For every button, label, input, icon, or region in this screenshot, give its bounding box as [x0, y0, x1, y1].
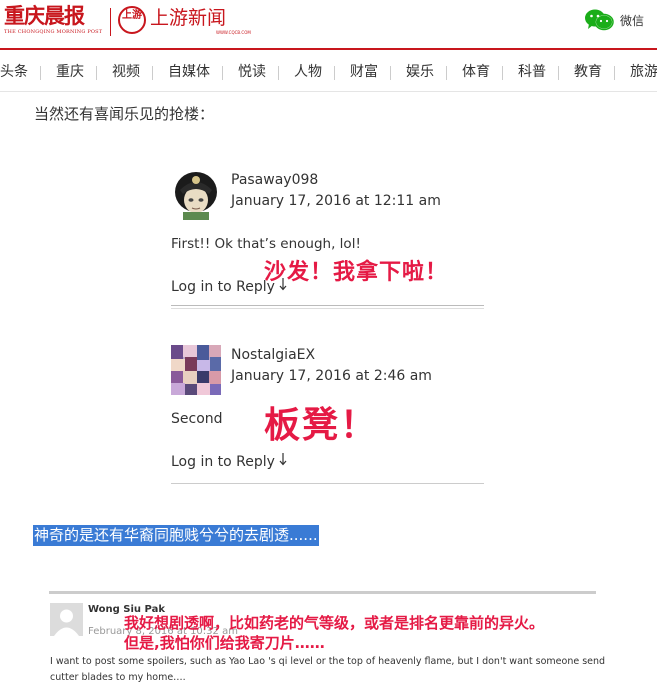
wechat-link[interactable]: 微信 — [584, 8, 654, 32]
nav-separator — [334, 66, 335, 80]
comment-date[interactable]: January 17, 2016 at 2:46 am — [231, 367, 432, 385]
nav-item-wealth[interactable]: 财富 — [350, 62, 378, 82]
login-to-reply-link[interactable]: Log in to Reply — [171, 452, 287, 471]
quoted-comment-border — [49, 591, 596, 594]
comment-body: First!! Ok that’s enough, lol! — [171, 236, 361, 252]
avatar[interactable] — [171, 170, 221, 220]
nav-separator — [278, 66, 279, 80]
nav-separator — [152, 66, 153, 80]
nav-separator — [558, 66, 559, 80]
nav-separator — [390, 66, 391, 80]
nav-separator — [40, 66, 41, 80]
logo-main-text: 重庆晨报 — [4, 3, 85, 28]
comment-annotation: 沙发！我拿下啦！ — [264, 260, 449, 285]
cartoon-avatar-icon — [171, 170, 221, 220]
nav-item-entertainment[interactable]: 娱乐 — [406, 62, 434, 82]
reply-label: Log in to Reply — [171, 454, 275, 470]
article-paragraph: 当然还有喜闻乐见的抢楼： — [34, 105, 215, 123]
nav-item-we-media[interactable]: 自媒体 — [168, 62, 210, 82]
default-user-icon — [50, 603, 83, 636]
logo-divider — [110, 8, 111, 36]
shangyou-seal-icon: 上游 — [118, 6, 146, 34]
selected-paragraph: 神奇的是还有华裔同胞贱兮兮的去剧透...... — [33, 525, 319, 546]
anime-collage-avatar-icon — [171, 345, 221, 395]
nav-separator — [96, 66, 97, 80]
nav-item-sports[interactable]: 体育 — [462, 62, 490, 82]
comment-divider — [171, 305, 484, 306]
nav-item-science[interactable]: 科普 — [518, 62, 546, 82]
shangyou-logo-text: 上游新闻 — [150, 7, 227, 29]
quoted-comment-body: I want to post some spoilers, such as Ya… — [50, 656, 606, 683]
avatar[interactable] — [171, 345, 221, 395]
channel-nav: 头条 重庆 视频 自媒体 悦读 人物 财富 娱乐 体育 科普 教育 旅游 — [0, 58, 657, 88]
nav-item-chongqing[interactable]: 重庆 — [56, 62, 84, 82]
comment-body: Second — [171, 411, 223, 427]
nav-item-travel[interactable]: 旅游 — [630, 62, 657, 82]
quoted-annotation-line-1: 我好想剧透啊，比如药老的气等级，或者是排名更靠前的异火。 — [124, 614, 545, 632]
site-header: 重庆晨报 THE CHONGQING MORNING POST 上游 上游新闻 … — [0, 0, 657, 46]
comment-author[interactable]: NostalgiaEX — [231, 346, 315, 364]
header-red-rule — [0, 48, 657, 50]
nav-item-headlines[interactable]: 头条 — [0, 62, 28, 82]
comment-annotation: 板凳！ — [264, 405, 379, 446]
comment-divider — [171, 483, 484, 484]
nav-item-video[interactable]: 视频 — [112, 62, 140, 82]
down-arrow-icon — [279, 453, 287, 466]
wechat-icon — [585, 9, 614, 31]
nav-item-people[interactable]: 人物 — [294, 62, 322, 82]
nav-item-education[interactable]: 教育 — [574, 62, 602, 82]
nav-separator — [502, 66, 503, 80]
nav-divider — [0, 91, 657, 92]
wechat-label: 微信 — [620, 14, 645, 28]
comment-divider — [171, 308, 484, 309]
comment-pasaway098: Pasaway098 January 17, 2016 at 12:11 am … — [171, 170, 484, 310]
default-avatar[interactable] — [50, 603, 83, 636]
nav-separator — [614, 66, 615, 80]
comment-author[interactable]: Pasaway098 — [231, 171, 318, 189]
nav-separator — [446, 66, 447, 80]
comment-date[interactable]: January 17, 2016 at 12:11 am — [231, 192, 441, 210]
quoted-annotation-line-2: 但是,我怕你们给我寄刀片…… — [124, 634, 325, 652]
chongqing-morning-post-logo[interactable]: 重庆晨报 THE CHONGQING MORNING POST — [4, 4, 104, 40]
nav-item-reading[interactable]: 悦读 — [238, 62, 266, 82]
reply-label: Log in to Reply — [171, 279, 275, 295]
nav-separator — [222, 66, 223, 80]
logo-sub-text: THE CHONGQING MORNING POST — [4, 29, 103, 35]
shangyou-logo-url: WWW.CQCB.COM — [216, 30, 251, 35]
